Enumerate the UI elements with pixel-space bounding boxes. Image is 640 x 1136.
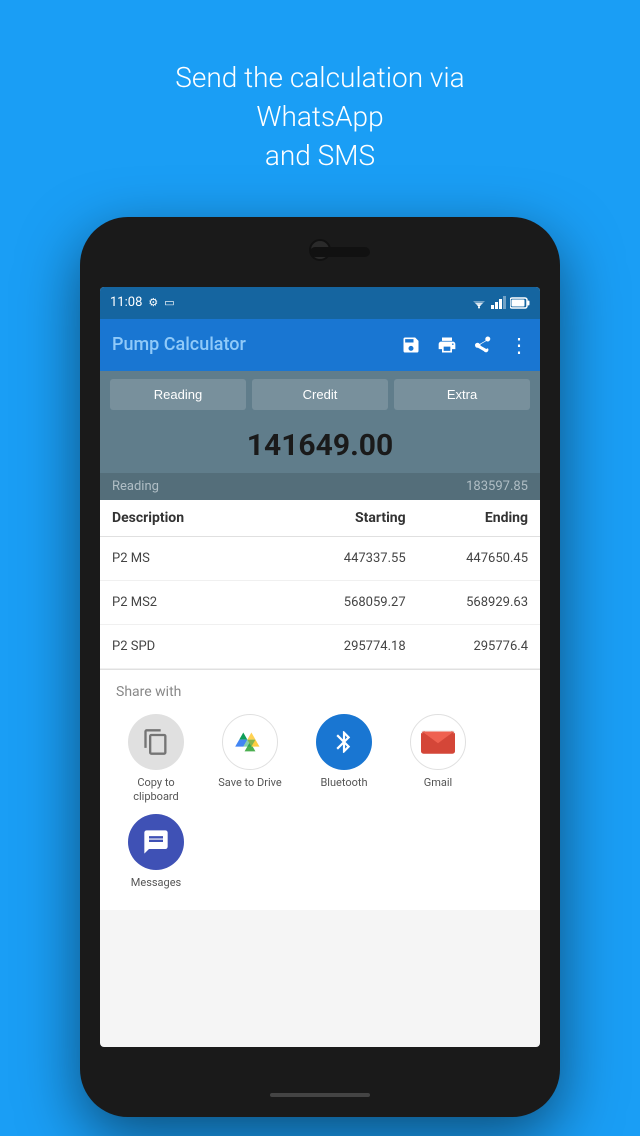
- gmail-label: Gmail: [424, 776, 452, 790]
- bluetooth-icon-svg: [331, 729, 357, 755]
- drive-label: Save to Drive: [218, 776, 281, 790]
- row3-description: P2 SPD: [112, 639, 259, 654]
- app-bar: Pump Calculator ⋮: [100, 319, 540, 371]
- clock: 11:08: [110, 295, 142, 310]
- share-item-gmail[interactable]: Gmail: [398, 714, 478, 805]
- share-item-messages[interactable]: Messages: [116, 814, 196, 890]
- table-row: P2 SPD 295774.18 295776.4: [100, 625, 540, 669]
- share-item-clipboard[interactable]: Copy toclipboard: [116, 714, 196, 805]
- gmail-icon-svg: [421, 729, 455, 755]
- tab-extra[interactable]: Extra: [394, 379, 530, 410]
- top-text-line2: and SMS: [265, 139, 375, 172]
- app-title: Pump Calculator: [112, 334, 401, 355]
- row2-ending: 568929.63: [406, 595, 528, 610]
- messages-icon-svg: [142, 828, 170, 856]
- status-left: 11:08 ⚙ ▭: [110, 295, 175, 310]
- row1-ending: 447650.45: [406, 551, 528, 566]
- table-header: Description Starting Ending: [100, 500, 540, 537]
- bluetooth-label: Bluetooth: [320, 776, 367, 790]
- speaker-grille: [310, 247, 370, 257]
- app-bar-icons: ⋮: [401, 333, 528, 357]
- drive-icon: [222, 714, 278, 770]
- row3-ending: 295776.4: [406, 639, 528, 654]
- share-item-drive[interactable]: Save to Drive: [210, 714, 290, 805]
- row2-description: P2 MS2: [112, 595, 259, 610]
- header-ending: Ending: [406, 510, 528, 526]
- wifi-icon: [471, 297, 487, 309]
- status-right: [471, 296, 530, 309]
- battery-icon: [510, 297, 530, 309]
- data-table: Description Starting Ending P2 MS 447337…: [100, 500, 540, 669]
- tab-credit[interactable]: Credit: [252, 379, 388, 410]
- table-row: P2 MS 447337.55 447650.45: [100, 537, 540, 581]
- share-icon[interactable]: [473, 335, 493, 355]
- copy-icon-svg: [142, 728, 170, 756]
- share-panel: Share with Copy toclipboard: [100, 669, 540, 911]
- row3-starting: 295774.18: [259, 639, 406, 654]
- main-value-area: 141649.00: [100, 418, 540, 473]
- messages-label: Messages: [131, 876, 181, 890]
- phone-screen: 11:08 ⚙ ▭: [100, 287, 540, 1047]
- messages-icon: [128, 814, 184, 870]
- print-icon[interactable]: [437, 335, 457, 355]
- row1-description: P2 MS: [112, 551, 259, 566]
- top-text-line1: Send the calculation via WhatsApp: [175, 61, 464, 133]
- more-icon[interactable]: ⋮: [509, 333, 528, 357]
- phone-outer-shell: 11:08 ⚙ ▭: [80, 217, 560, 1117]
- share-icons-row: Copy toclipboard: [116, 714, 524, 805]
- bluetooth-icon: [316, 714, 372, 770]
- header-starting: Starting: [259, 510, 406, 526]
- drive-icon-svg: [233, 727, 267, 757]
- header-description: Description: [112, 510, 259, 526]
- clipboard-icon: [128, 714, 184, 770]
- tab-reading[interactable]: Reading: [110, 379, 246, 410]
- row1-starting: 447337.55: [259, 551, 406, 566]
- share-icons-row2: Messages: [116, 814, 524, 890]
- clipboard-label: Copy toclipboard: [133, 776, 179, 805]
- battery-status-icon: ▭: [164, 296, 174, 309]
- reading-info-row: Reading 183597.85: [100, 473, 540, 500]
- row2-starting: 568059.27: [259, 595, 406, 610]
- top-text: Send the calculation via WhatsApp and SM…: [60, 28, 580, 196]
- table-row: P2 MS2 568059.27 568929.63: [100, 581, 540, 625]
- signal-bars: [491, 296, 506, 309]
- save-icon[interactable]: [401, 335, 421, 355]
- share-item-bluetooth[interactable]: Bluetooth: [304, 714, 384, 805]
- home-indicator: [270, 1093, 370, 1097]
- gmail-icon: [410, 714, 466, 770]
- settings-icon: ⚙: [148, 296, 158, 309]
- tab-row: Reading Credit Extra: [100, 371, 540, 418]
- status-bar: 11:08 ⚙ ▭: [100, 287, 540, 319]
- top-header: Send the calculation via WhatsApp and SM…: [0, 0, 640, 212]
- reading-label: Reading: [112, 479, 159, 494]
- phone-mockup: 11:08 ⚙ ▭: [80, 217, 560, 1117]
- share-title: Share with: [116, 684, 524, 700]
- reading-value: 183597.85: [466, 479, 528, 494]
- main-value: 141649.00: [110, 428, 530, 463]
